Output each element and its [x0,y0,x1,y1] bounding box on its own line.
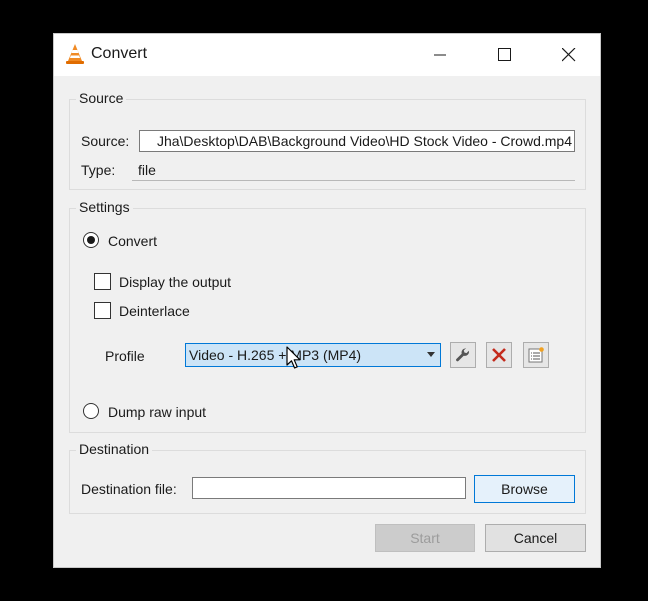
type-label: Type: [81,162,116,178]
source-value: Jha\Desktop\DAB\Background Video\HD Stoc… [156,133,572,149]
window-title: Convert [91,45,148,62]
source-group: Source Source: Jha\Desktop\DAB\Backgroun… [69,90,586,190]
start-button[interactable]: Start [375,524,475,552]
source-field[interactable]: Jha\Desktop\DAB\Background Video\HD Stoc… [139,130,575,152]
display-output-checkbox[interactable] [94,273,111,290]
source-separator [132,180,575,181]
settings-group: Settings Convert Display the output Dein… [69,199,586,433]
maximize-icon [498,48,511,61]
display-output-label[interactable]: Display the output [119,274,231,290]
destination-group-title: Destination [76,441,153,457]
convert-dialog: Convert Source Source: Jha\Desktop\DAB\B… [53,33,601,568]
minimize-button[interactable] [418,34,464,76]
deinterlace-checkbox[interactable] [94,302,111,319]
profile-select-value: Video - H.265 + MP3 (MP4) [189,347,362,363]
delete-profile-button[interactable] [486,342,512,368]
maximize-button[interactable] [482,34,528,76]
source-label: Source: [81,133,130,149]
chevron-down-icon [427,352,435,357]
dump-raw-label[interactable]: Dump raw input [108,404,206,420]
wrench-icon [456,348,469,362]
delete-icon [492,348,506,362]
deinterlace-label: Deinterlace [119,303,190,319]
mouse-cursor-icon [286,346,301,369]
close-button[interactable] [546,34,592,76]
minimize-icon [434,54,446,56]
type-value: file [138,162,156,178]
profile-select[interactable]: Video - H.265 + MP3 (MP4) [185,343,441,367]
vlc-cone-icon [66,44,84,64]
convert-radio[interactable] [83,232,99,248]
destination-file-input[interactable] [192,477,466,499]
destination-group: Destination Destination file: Browse [69,441,586,514]
browse-button[interactable]: Browse [474,475,575,503]
new-profile-icon [528,347,544,363]
title-bar[interactable]: Convert [54,34,600,76]
destination-file-label: Destination file: [81,481,177,497]
settings-group-title: Settings [76,199,133,215]
new-profile-button[interactable] [523,342,549,368]
convert-label[interactable]: Convert [108,233,157,249]
cancel-button[interactable]: Cancel [485,524,586,552]
source-group-title: Source [76,90,127,106]
close-icon [562,48,576,62]
profile-label: Profile [105,348,145,364]
dump-raw-radio[interactable] [83,403,99,419]
edit-profile-button[interactable] [450,342,476,368]
